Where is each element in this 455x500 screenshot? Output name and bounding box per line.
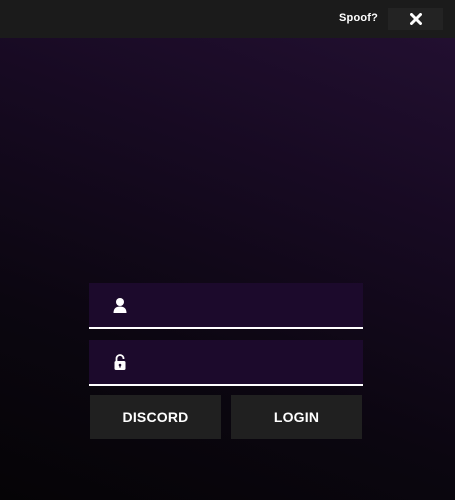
discord-button[interactable]: DISCORD — [90, 395, 221, 439]
close-x-icon — [410, 13, 422, 25]
username-input[interactable] — [137, 283, 353, 327]
padlock-icon — [114, 354, 126, 370]
password-input[interactable] — [137, 340, 353, 384]
login-button[interactable]: LOGIN — [231, 395, 362, 439]
password-field[interactable] — [89, 340, 363, 386]
title-bar[interactable]: Spoof? — [0, 0, 455, 38]
user-icon — [113, 298, 127, 313]
app-window: Spoof? DISCORD LOGIN — [0, 0, 455, 500]
close-button[interactable] — [388, 8, 443, 30]
window-title: Spoof? — [339, 12, 379, 24]
username-field[interactable] — [89, 283, 363, 329]
